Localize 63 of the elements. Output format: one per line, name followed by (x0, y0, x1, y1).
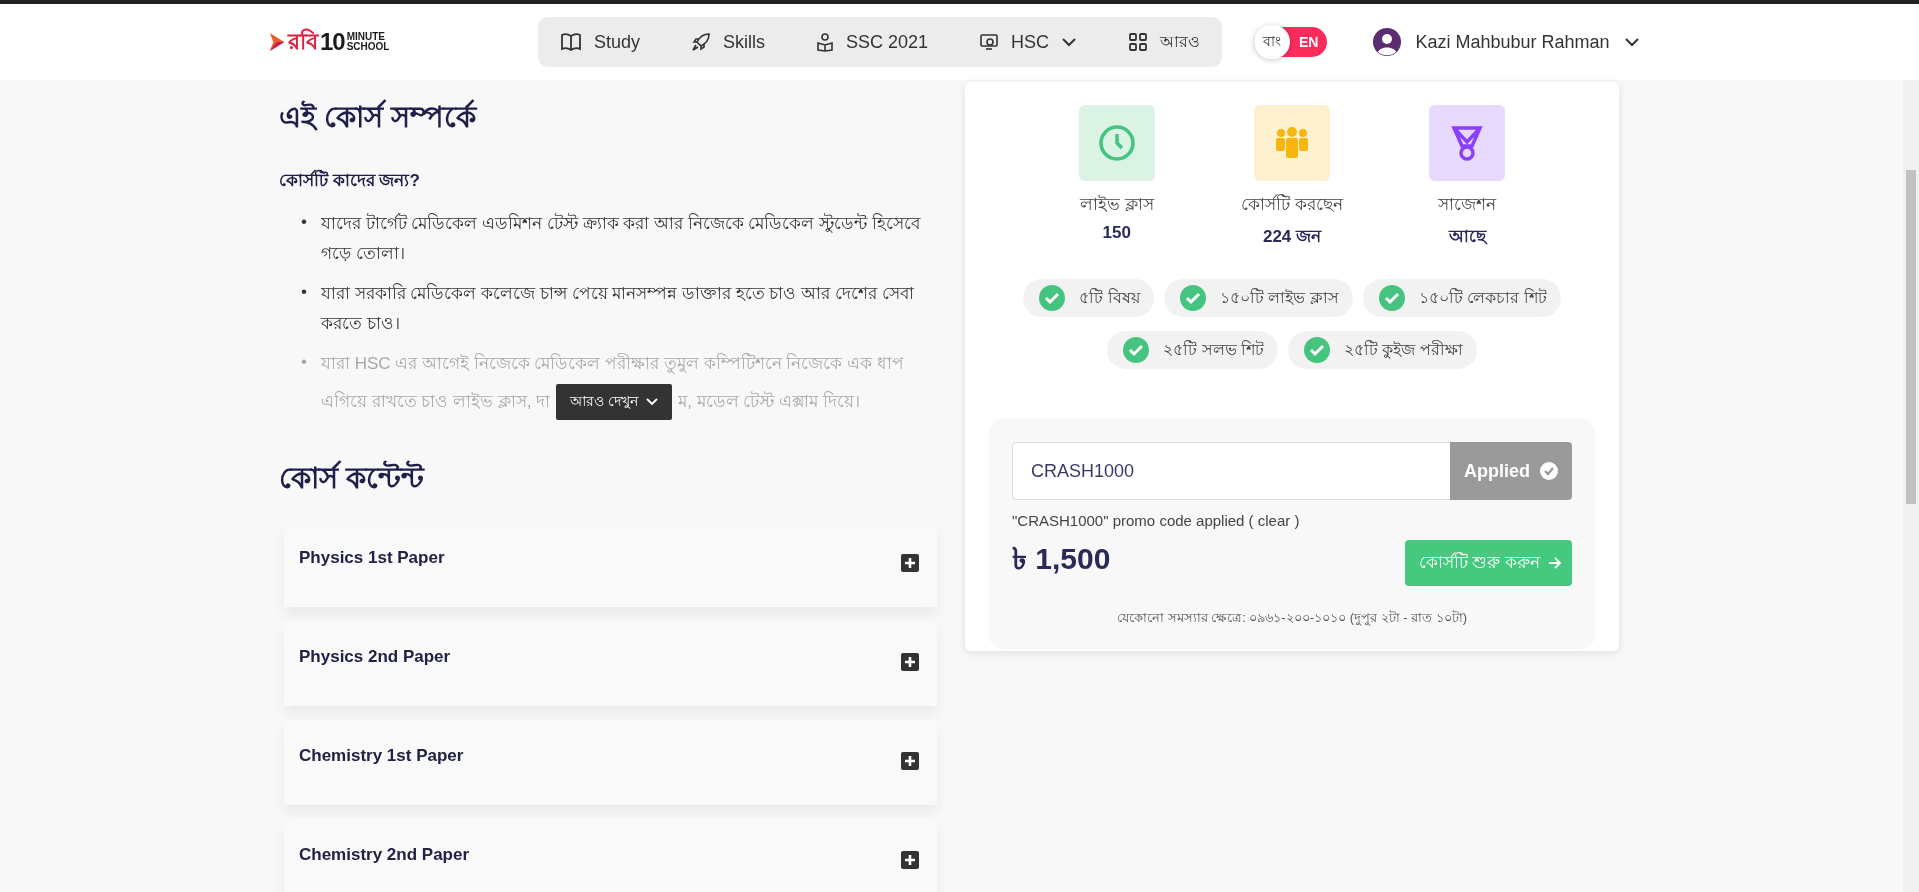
chevron-down-icon (646, 398, 659, 406)
check-icon (1540, 462, 1558, 480)
bullet-text: যারা HSC এর আগেই নিজেকে মেডিকেল পরীক্ষার তুমুল কম্পিটিশনে নিজেকে এক ধাপ (320, 352, 904, 376)
nav-link[interactable]: আরও (1128, 28, 1200, 56)
language-toggle[interactable]: বাং EN (1254, 27, 1328, 57)
feature-chip: ১৫০টি লাইভ ক্লাস (1163, 279, 1353, 317)
language-option[interactable]: EN (1290, 25, 1328, 59)
clear-link[interactable]: clear (1257, 512, 1291, 529)
nav-link[interactable]: Skills (691, 31, 765, 53)
accordion-item[interactable]: Chemistry 2nd Paper (284, 819, 937, 892)
accordion-item[interactable]: Chemistry 1st Paper (284, 720, 937, 805)
bullet-marker: • (301, 211, 307, 233)
stat-label: লাইভ ক্লাস (1079, 194, 1154, 216)
bullet-text: যাদের টার্গেট মেডিকেল এডমিশন টেস্ট ক্র্যাক করা আর নিজেকে মেডিকেল স্টুডেন্ট হিসেবে গড়ে তোলা। (320, 212, 922, 265)
feature-chip: ২৫টি সলভ শিট (1107, 331, 1278, 369)
bullet-marker: • (301, 351, 307, 373)
bullet-text: ম, মডেল টেস্ট এক্সাম দিয়ে। (678, 390, 860, 413)
check-icon (1179, 285, 1206, 311)
user-menu[interactable]: Kazi Mahbubur Rahman (1373, 28, 1640, 56)
chevron-down-icon (1061, 37, 1078, 47)
feature-chip: ২৫টি কুইজ পরীক্ষা (1288, 331, 1477, 369)
price-text: ৳ 1,500 (1012, 541, 1112, 577)
check-icon (1123, 337, 1150, 363)
arrow-right-icon (1548, 557, 1562, 569)
check-icon (1304, 337, 1330, 363)
logo-icon (268, 31, 286, 53)
feature-chip: ১৫০টি লেকচার শিট (1362, 279, 1561, 317)
logo-word: SCHOOL (346, 42, 390, 52)
nav-link[interactable]: SSC 2021 (816, 31, 929, 53)
promo-code-field[interactable]: CRASH1000 (1012, 442, 1450, 500)
rocket-icon (691, 32, 711, 52)
language-option[interactable]: বাং (1254, 25, 1290, 59)
helpline-text: যেকোনো সমস্যার ক্ষেত্রে: ০৯৬১-২০০-১০১০ (দুপুর ২টা - রাত ১০টা) (1115, 609, 1469, 628)
show-more-button[interactable]: আরও দেখুন (556, 384, 673, 420)
check-icon (1039, 285, 1066, 311)
stat-label: সাজেশন (1438, 194, 1497, 216)
book-icon (560, 32, 582, 52)
logo-word: MINUTE (346, 32, 387, 42)
reader-icon (816, 32, 834, 52)
feature-chip: ৫টি বিষয় (1023, 279, 1154, 317)
scrollbar[interactable] (1903, 80, 1919, 892)
avatar-icon (1373, 28, 1402, 56)
check-icon (1378, 285, 1405, 311)
stat-value: 150 (1102, 223, 1131, 243)
bullet-text: যারা সরকারি মেডিকেল কলেজে চান্স পেয়ে মানসম্পন্ন ডাক্তার হতে চাও আর দেশের সেবা করতে চাও। (320, 282, 915, 335)
section-title: কোর্স কন্টেন্ট (279, 459, 426, 496)
section-title: এই কোর্স সম্পর্কে (279, 98, 479, 135)
chevron-down-icon (1623, 37, 1640, 47)
monitor-icon (979, 32, 999, 52)
nav-link[interactable]: HSC (979, 31, 1078, 53)
bullet-marker: • (301, 281, 307, 303)
accordion-item[interactable]: Physics 2nd Paper (284, 621, 937, 706)
accordion-item[interactable]: Physics 1st Paper (284, 522, 937, 607)
stat-label: কোর্সটি করছেন (1241, 193, 1343, 216)
logo-text: রবি (288, 27, 318, 56)
nav-link[interactable]: Study (560, 31, 641, 53)
logo-number: 10 (320, 28, 345, 56)
stat-value: আছে (1448, 226, 1486, 248)
grid-icon (1128, 32, 1148, 52)
stat-value: 224 জন (1262, 226, 1322, 248)
bullet-text: এগিয়ে রাখতে চাও লাইভ ক্লাস, দা (320, 390, 551, 413)
section-subtitle: কোর্সটি কাদের জন্য? (279, 168, 421, 192)
promo-status-text: "CRASH1000" promo code applied ( clear ) (1012, 512, 1300, 529)
